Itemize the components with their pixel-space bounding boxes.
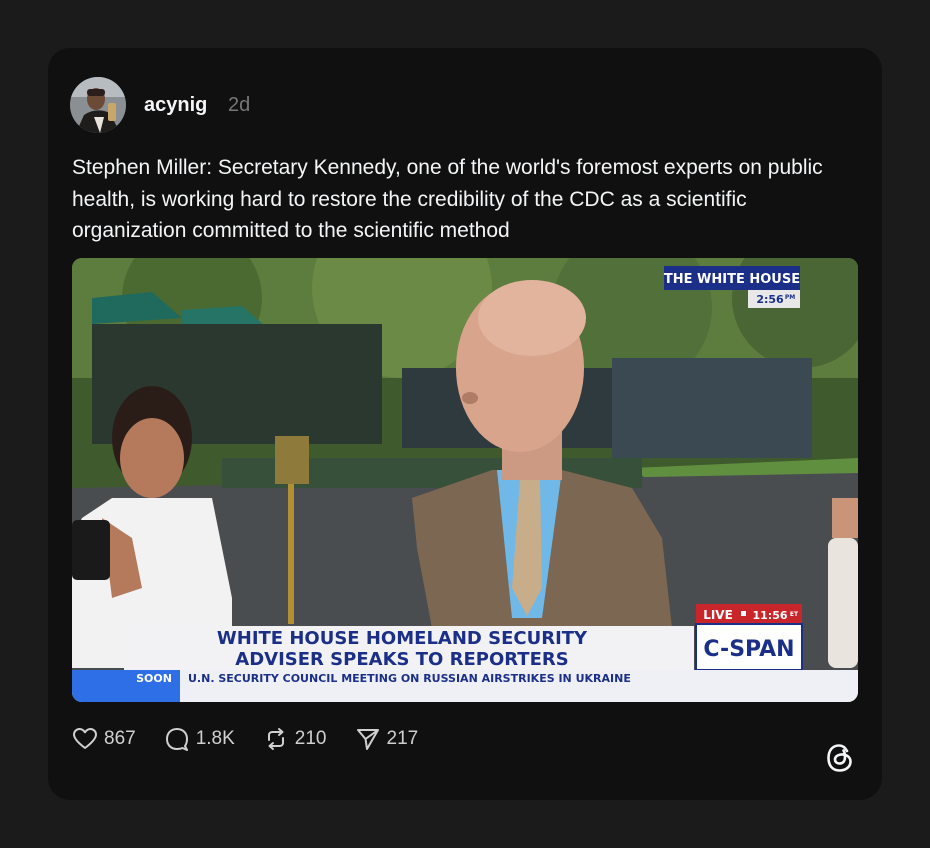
reply-count: 1.8K xyxy=(195,728,235,749)
avatar-image xyxy=(70,77,126,133)
headline-line1: WHITE HOUSE HOMELAND SECURITY xyxy=(217,628,588,649)
like-button[interactable]: 867 xyxy=(72,727,136,751)
post-card: acynig 2d Stephen Miller: Secretary Kenn… xyxy=(48,48,882,800)
username[interactable]: acynig xyxy=(144,94,207,117)
network-logo: C-SPAN xyxy=(703,637,794,662)
repost-button[interactable]: 210 xyxy=(263,727,327,751)
share-count: 217 xyxy=(386,728,419,749)
timestamp: 2d xyxy=(228,94,251,116)
headline-line2: ADVISER SPEAKS TO REPORTERS xyxy=(235,649,568,670)
post-text: Stephen Miller: Secretary Kennedy, one o… xyxy=(72,156,823,242)
ticker-label: SOON xyxy=(136,672,172,685)
action-bar: 867 1.8K 210 217 xyxy=(72,724,446,754)
like-count: 867 xyxy=(104,728,136,749)
share-button[interactable]: 217 xyxy=(355,727,419,751)
video-frame: THE WHITE HOUSE 2:56 PM WHITE HOUSE HOME… xyxy=(72,258,858,702)
heart-icon xyxy=(73,728,97,749)
location-bug: THE WHITE HOUSE xyxy=(664,272,800,287)
repost-count: 210 xyxy=(294,728,327,749)
location-time-suffix: PM xyxy=(785,294,795,301)
repost-icon xyxy=(267,728,284,750)
live-time: 11:56 xyxy=(752,609,787,622)
reply-button[interactable]: 1.8K xyxy=(164,727,235,751)
comment-icon xyxy=(165,728,188,751)
share-icon xyxy=(356,729,379,750)
video-thumbnail[interactable]: THE WHITE HOUSE 2:56 PM WHITE HOUSE HOME… xyxy=(72,258,858,702)
location-time: 2:56 xyxy=(756,293,784,306)
avatar[interactable] xyxy=(70,77,126,133)
live-label: LIVE xyxy=(703,608,733,622)
live-time-suffix: ET xyxy=(790,611,799,618)
ticker-text: U.N. SECURITY COUNCIL MEETING ON RUSSIAN… xyxy=(188,672,631,685)
threads-logo-icon[interactable] xyxy=(822,740,858,776)
